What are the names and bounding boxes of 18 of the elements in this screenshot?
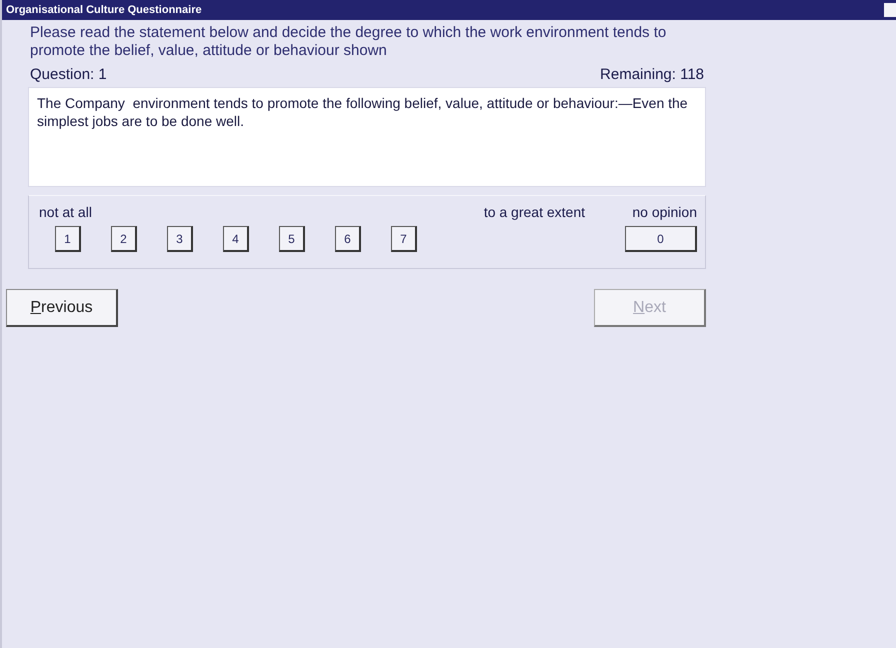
previous-button[interactable]: Previous	[6, 289, 118, 327]
rating-button[interactable]: 6	[335, 226, 361, 252]
question-number: Question: 1	[30, 66, 107, 83]
no-opinion-label: no opinion	[631, 204, 697, 220]
statement-text: The Company environment tends to promote the following belief, value, attitude or behaviour:—Even the simplest jobs are to be done well.	[28, 87, 706, 187]
rating-button[interactable]: 3	[167, 226, 193, 252]
scale-low-label: not at all	[39, 204, 93, 220]
no-opinion-button[interactable]: 0	[625, 226, 697, 252]
rating-button[interactable]: 2	[111, 226, 137, 252]
remaining-count: Remaining: 118	[600, 66, 704, 83]
rating-button[interactable]: 1	[55, 226, 81, 252]
window-control-button[interactable]	[884, 3, 896, 17]
rating-button[interactable]: 5	[279, 226, 305, 252]
scale-high-label: to a great extent	[482, 204, 585, 220]
rating-button[interactable]: 4	[223, 226, 249, 252]
instructions-text: Please read the statement below and decide the degree to which the work environment tends to promote the belief, value, attitude or behaviour shown	[30, 24, 668, 60]
rating-button[interactable]: 7	[391, 226, 417, 252]
window-title: Organisational Culture Questionnaire	[6, 4, 202, 16]
